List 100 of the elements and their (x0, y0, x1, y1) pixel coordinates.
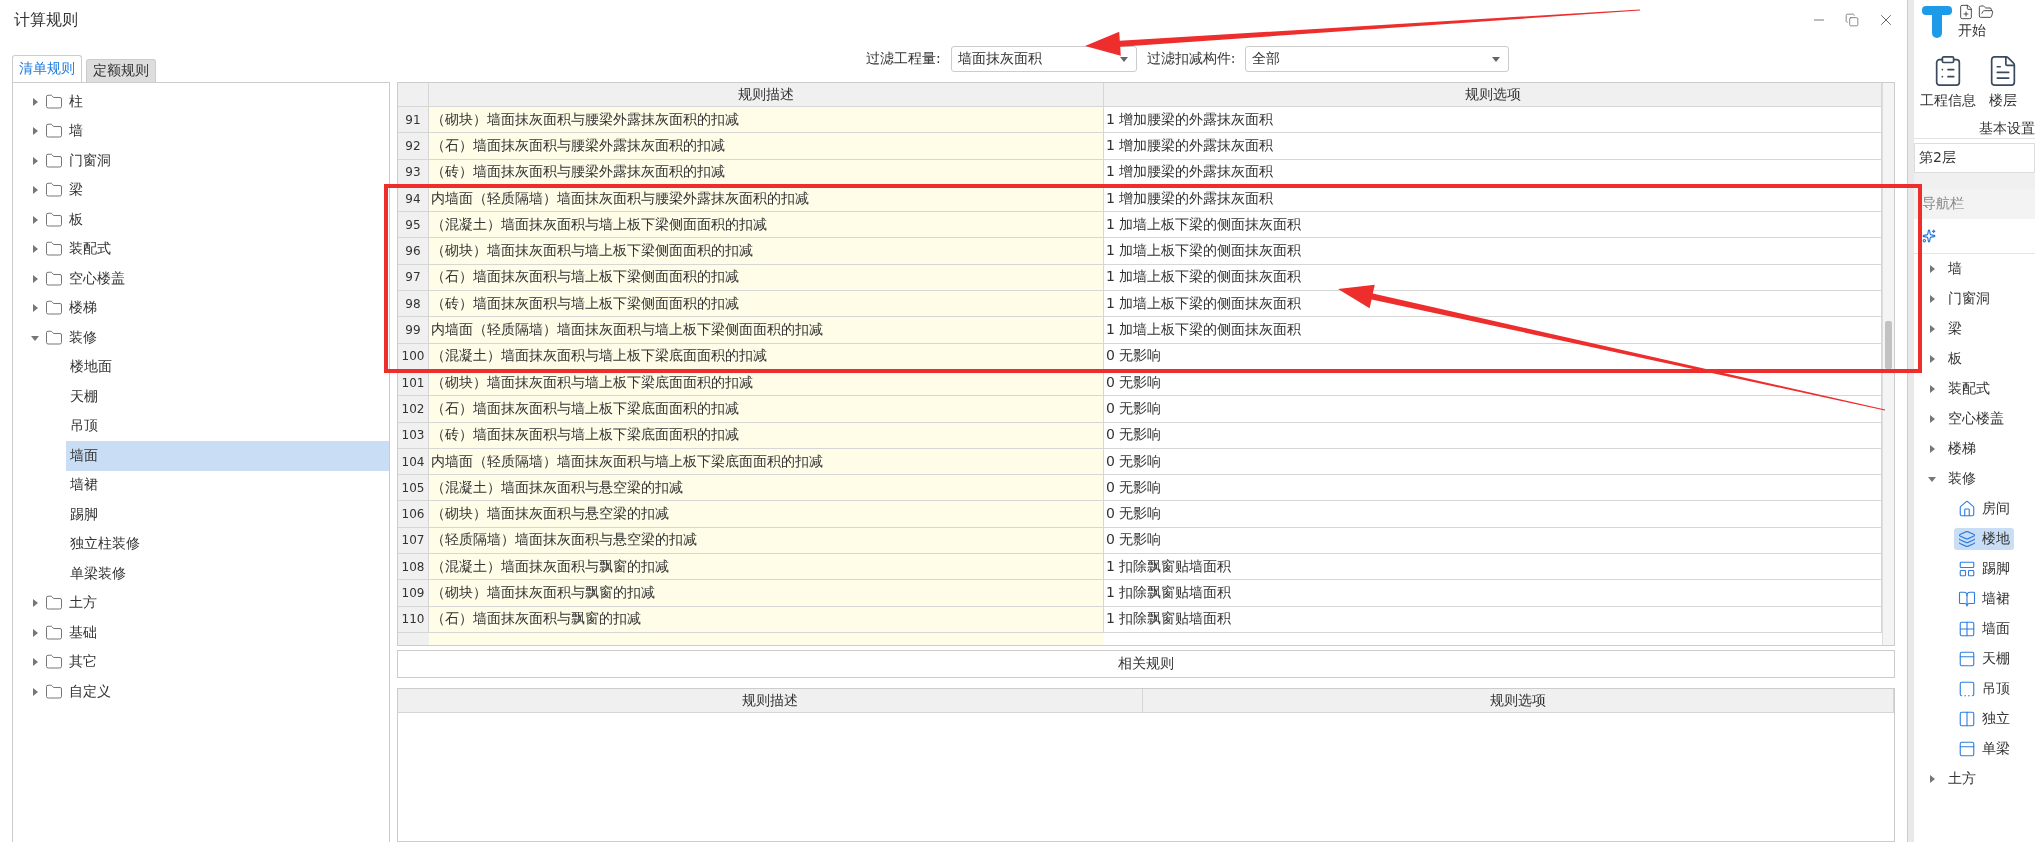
tree-item[interactable]: 单梁装修 (66, 559, 389, 589)
collapsed-icon[interactable] (31, 245, 39, 254)
tree-item[interactable]: 空心楼盖 (13, 264, 389, 294)
tree-item[interactable]: 板 (13, 205, 389, 235)
row-number: 109 (398, 580, 429, 607)
table-cell: 0 无影响 (1104, 501, 1882, 528)
nav-item[interactable]: 独立 (1954, 708, 2014, 730)
tree-item[interactable]: 门窗洞 (13, 146, 389, 176)
tree-item[interactable]: 装修 (13, 323, 389, 353)
nav-item[interactable]: 吊顶 (1954, 678, 2014, 700)
folder-icon (45, 181, 63, 200)
nav-item[interactable]: 装配式 (1944, 378, 1994, 400)
collapsed-icon[interactable] (31, 599, 39, 608)
collapsed-icon[interactable] (31, 97, 39, 106)
nav-item[interactable]: 装修 (1944, 468, 1980, 490)
folder-icon (45, 653, 63, 672)
table-cell: 0 无影响 (1104, 475, 1882, 502)
filter-dropdown[interactable]: 全部 (1245, 46, 1510, 72)
row-number: 105 (398, 475, 429, 502)
nav-item[interactable]: 楼梯 (1944, 438, 1980, 460)
tree-item[interactable]: 其它 (13, 647, 389, 677)
collapsed-icon[interactable] (31, 628, 39, 637)
tree-item[interactable]: 踢脚 (66, 500, 389, 530)
filter-label: 过滤工程量: (866, 50, 941, 68)
expanded-icon[interactable] (31, 333, 39, 342)
collapsed-icon[interactable] (1928, 385, 1936, 393)
collapsed-icon[interactable] (1928, 415, 1936, 423)
ribbon-button[interactable]: 楼层 (1986, 54, 2020, 110)
table-cell: （砖）墙面抹灰面积与墙上板下梁侧面面积的扣减 (429, 291, 1104, 318)
folder-icon (45, 151, 63, 170)
column-header: 规则描述 (429, 83, 1104, 107)
tab[interactable]: 清单规则 (12, 55, 82, 82)
group-label: 基本设置 (1978, 119, 2035, 138)
table-cell: （石）墙面抹灰面积与飘窗的扣减 (429, 606, 1104, 633)
collapsed-icon[interactable] (31, 215, 39, 224)
table-cell: （石）墙面抹灰面积与腰梁外露抹灰面积的扣减 (429, 133, 1104, 160)
tree-item[interactable]: 梁 (13, 175, 389, 205)
collapsed-icon[interactable] (1928, 775, 1936, 783)
nav-item[interactable]: 楼地 (1954, 528, 2014, 550)
section-header: 相关规则 (397, 650, 1895, 678)
column-header: 规则选项 (1104, 83, 1882, 107)
collapsed-icon[interactable] (31, 304, 39, 313)
folder-icon (45, 240, 63, 259)
layers-icon (1958, 530, 1976, 548)
restore-icon[interactable] (1845, 13, 1859, 27)
tree-item[interactable]: 楼地面 (66, 352, 389, 382)
table-cell: 1 扣除飘窗贴墙面积 (1104, 580, 1882, 607)
table-cell: （轻质隔墙）墙面抹灰面积与悬空梁的扣减 (429, 527, 1104, 555)
collapsed-icon[interactable] (1928, 355, 1936, 363)
nav-item[interactable]: 天棚 (1954, 648, 2014, 670)
nav-item[interactable]: 板 (1944, 348, 1966, 370)
sparkle-icon[interactable] (1922, 229, 1936, 243)
new-file-icon[interactable] (1958, 4, 1974, 20)
collapsed-icon[interactable] (31, 687, 39, 696)
collapsed-icon[interactable] (31, 274, 39, 283)
collapsed-icon[interactable] (31, 127, 39, 136)
nav-item[interactable]: 墙 (1944, 258, 1966, 280)
grid-icon (1958, 620, 1976, 638)
nav-item[interactable]: 单梁 (1954, 738, 2014, 760)
nav-item[interactable]: 土方 (1944, 768, 1980, 790)
scrollbar[interactable] (1882, 83, 1894, 645)
row-number: 108 (398, 554, 429, 581)
nav-item[interactable]: 墙裙 (1954, 588, 2014, 610)
tree-item[interactable]: 墙 (13, 116, 389, 146)
ribbon-button[interactable]: 工程信息 (1920, 54, 1976, 110)
tree-item[interactable]: 吊顶 (66, 411, 389, 441)
tree-item[interactable]: 自定义 (13, 677, 389, 707)
collapsed-icon[interactable] (1928, 445, 1936, 453)
tree-item[interactable]: 独立柱装修 (66, 529, 389, 559)
row-number: 92 (398, 133, 429, 160)
nav-item[interactable]: 房间 (1954, 498, 2014, 520)
floor-dropdown[interactable]: 第2层 (1914, 143, 2035, 173)
tree-item[interactable]: 土方 (13, 588, 389, 618)
tree-item[interactable]: 天棚 (66, 382, 389, 412)
expanded-icon[interactable] (1928, 475, 1936, 483)
collapsed-icon[interactable] (1928, 325, 1936, 333)
folder-icon[interactable] (1978, 4, 1994, 20)
tree-item[interactable]: 楼梯 (13, 293, 389, 323)
tree-item[interactable]: 墙裙 (66, 470, 389, 500)
table-cell: 0 无影响 (1104, 396, 1882, 423)
nav-item[interactable]: 梁 (1944, 318, 1966, 340)
nav-item[interactable]: 墙面 (1954, 618, 2014, 640)
table-cell: 1 扣除飘窗贴墙面积 (1104, 554, 1882, 581)
collapsed-icon[interactable] (1928, 265, 1936, 273)
table-cell: （砖）墙面抹灰面积与墙上板下梁底面面积的扣减 (429, 422, 1104, 449)
collapsed-icon[interactable] (31, 156, 39, 165)
collapsed-icon[interactable] (1928, 295, 1936, 303)
nav-item[interactable]: 空心楼盖 (1944, 408, 2008, 430)
tree-item[interactable]: 基础 (13, 618, 389, 648)
table-cell: 0 无影响 (1104, 422, 1882, 449)
nav-item[interactable]: 踢脚 (1954, 558, 2014, 580)
logo-icon (1922, 4, 1952, 40)
tab[interactable]: 定额规则 (86, 59, 156, 82)
collapsed-icon[interactable] (31, 186, 39, 195)
tree-item[interactable]: 墙面 (66, 441, 389, 471)
tree-item[interactable]: 装配式 (13, 234, 389, 264)
tree-item[interactable]: 柱 (13, 87, 389, 117)
ribbon-tab[interactable]: 开始 (1958, 22, 1994, 40)
nav-item[interactable]: 门窗洞 (1944, 288, 1994, 310)
collapsed-icon[interactable] (31, 658, 39, 667)
